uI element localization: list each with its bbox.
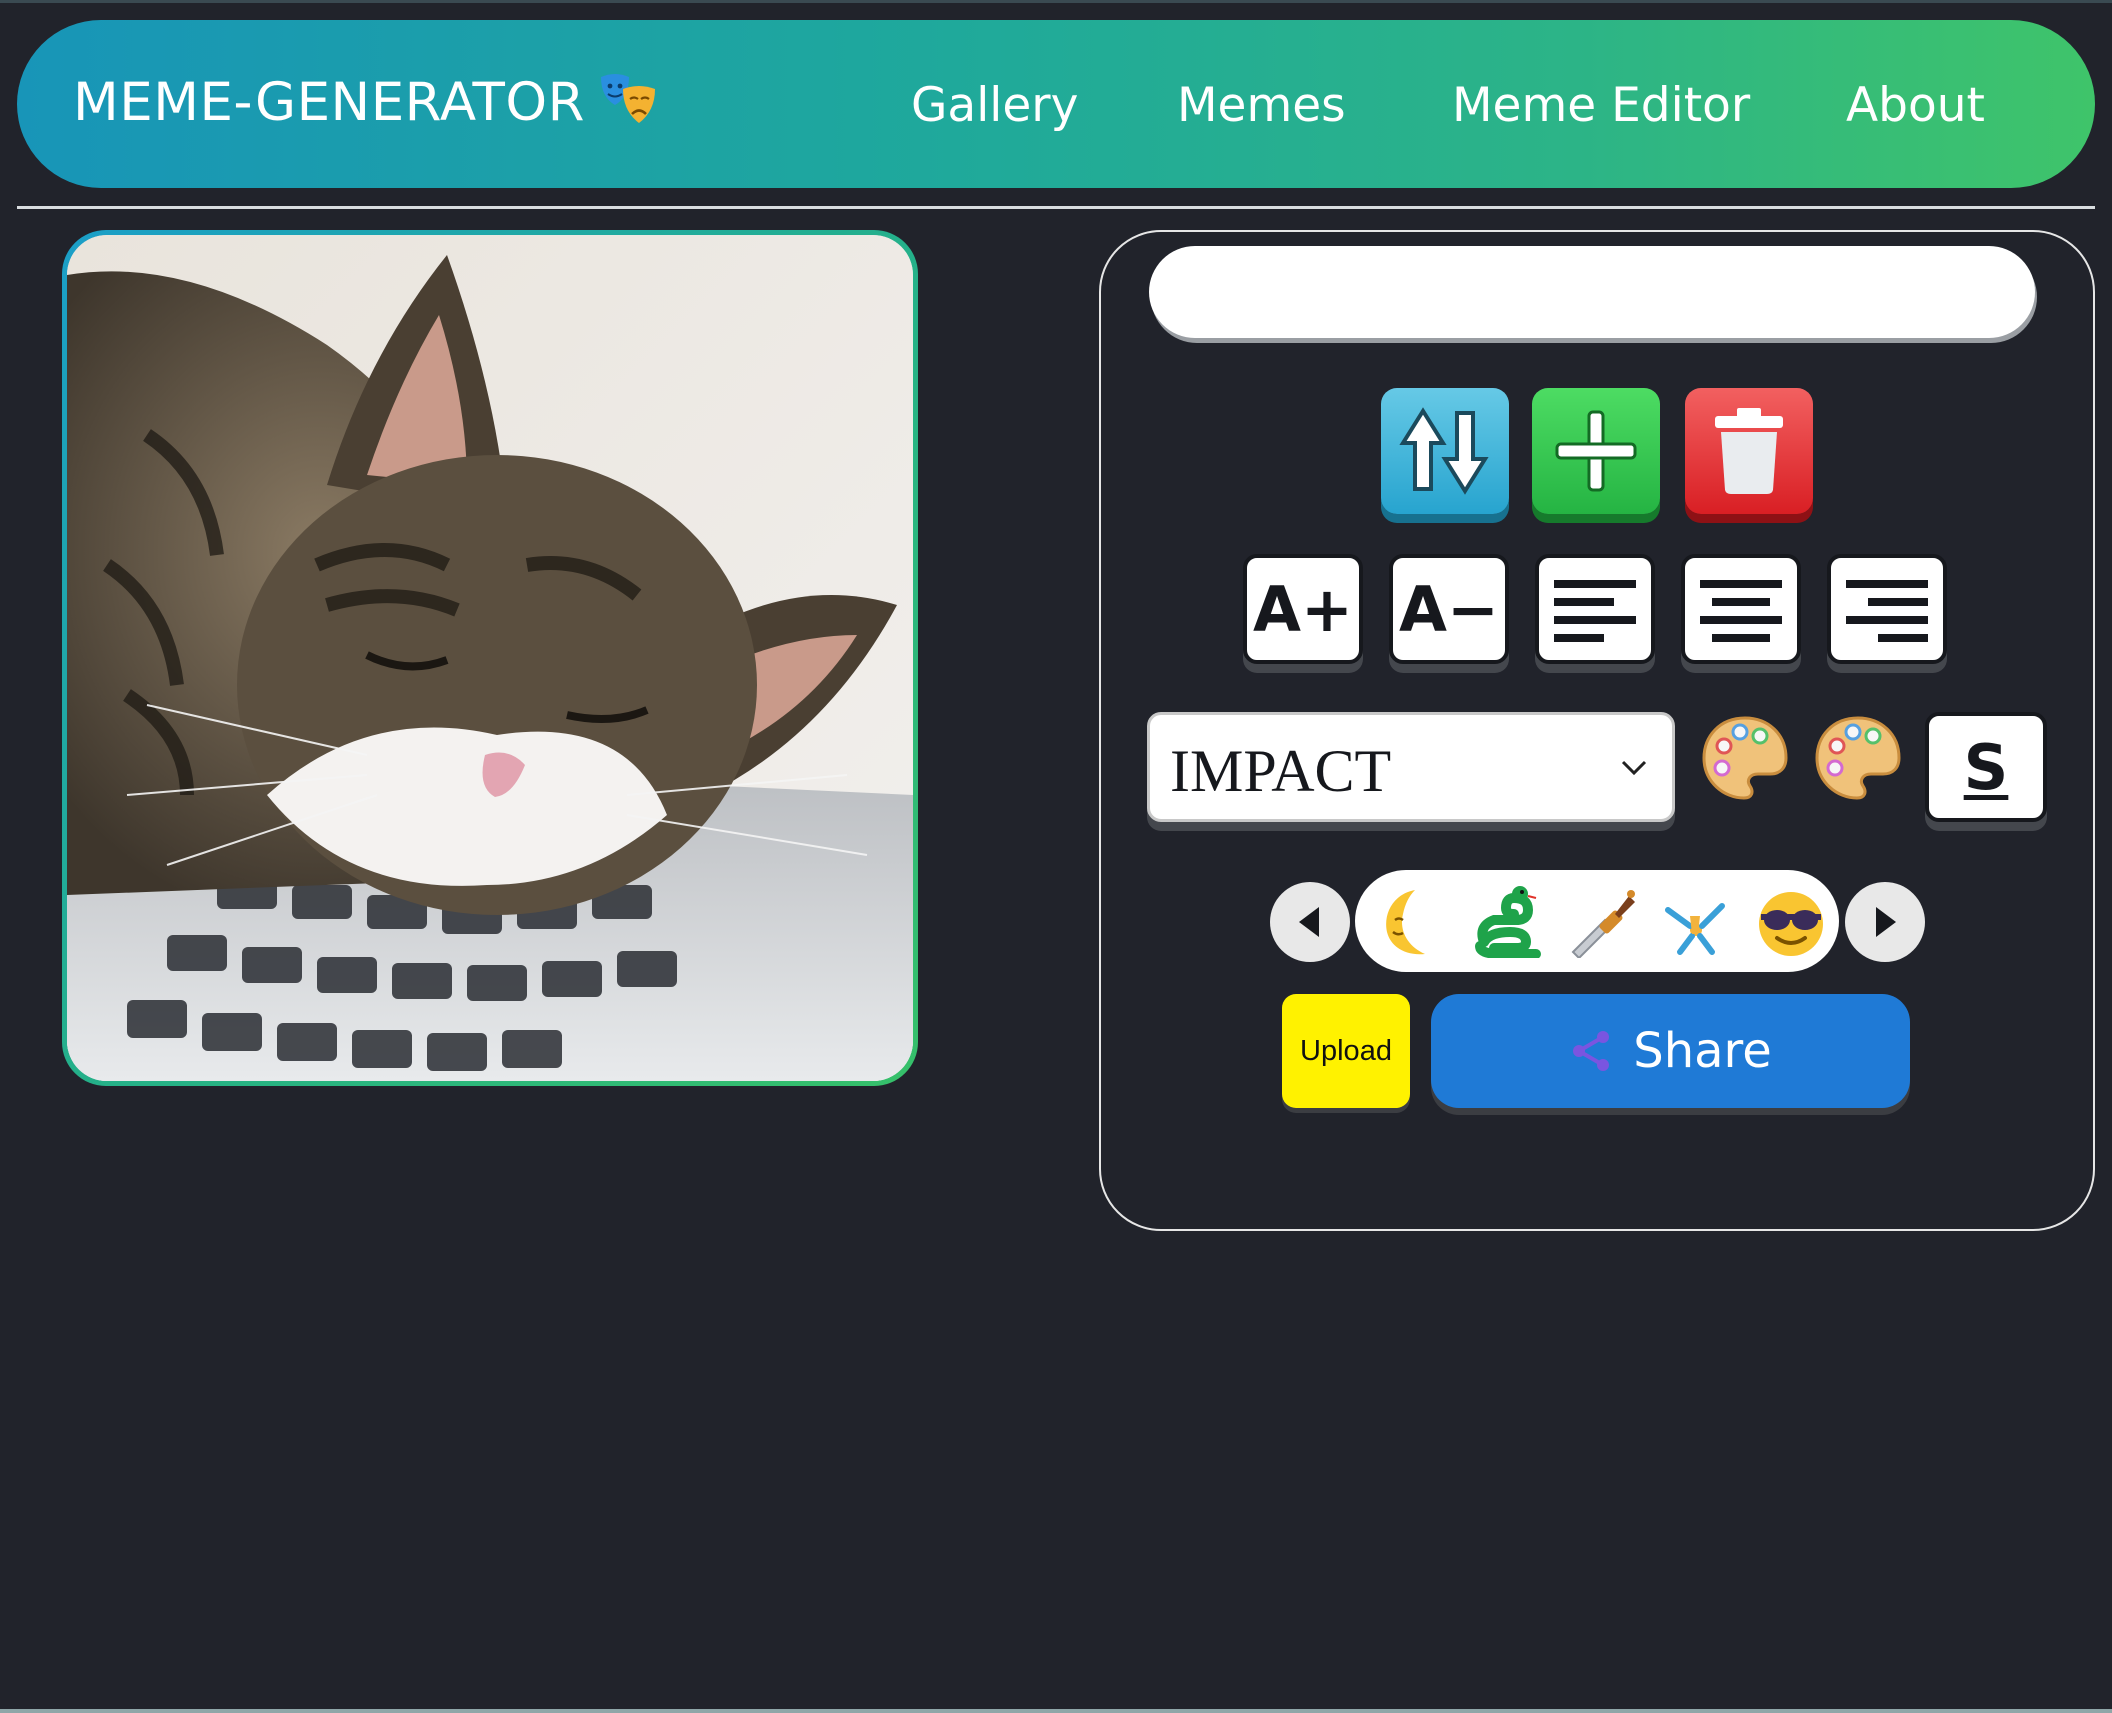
delete-line-button[interactable] bbox=[1685, 388, 1813, 514]
increase-font-button[interactable]: A+ bbox=[1243, 554, 1363, 664]
text-stroke-button[interactable]: S bbox=[1925, 712, 2047, 822]
font-family-select[interactable]: IMPACT bbox=[1147, 712, 1675, 822]
dagger-icon[interactable] bbox=[1565, 886, 1637, 958]
caret-right-icon bbox=[1876, 907, 1896, 937]
nav-about[interactable]: About bbox=[1846, 78, 1985, 133]
header-divider bbox=[17, 206, 2095, 209]
window-bottom-edge bbox=[0, 1709, 2112, 1713]
meme-canvas-frame bbox=[62, 230, 918, 1086]
nav-meme-editor[interactable]: Meme Editor bbox=[1452, 78, 1750, 133]
align-center-button[interactable] bbox=[1681, 554, 1801, 664]
chevron-down-icon bbox=[1621, 760, 1647, 776]
cartwheel-person-icon[interactable] bbox=[1660, 886, 1732, 958]
delete-line-icon bbox=[1715, 408, 1783, 494]
nav-gallery[interactable]: Gallery bbox=[911, 78, 1078, 133]
align-right-icon bbox=[1846, 580, 1928, 642]
meme-text-input[interactable] bbox=[1149, 246, 2035, 338]
meme-image-cat bbox=[67, 235, 913, 1081]
header-bar: MEME-GENERATOR Gallery Memes Meme Editor… bbox=[17, 20, 2095, 188]
upload-button[interactable]: Upload bbox=[1282, 994, 1410, 1108]
logo-text: MEME-GENERATOR bbox=[73, 72, 585, 133]
fill-color-palette-icon[interactable] bbox=[1700, 712, 1790, 802]
share-nodes-icon bbox=[1573, 1031, 1610, 1071]
switch-lines-button[interactable] bbox=[1381, 388, 1509, 514]
stroke-color-palette-icon[interactable] bbox=[1813, 712, 1903, 802]
decrease-font-label: A− bbox=[1399, 572, 1499, 646]
window-top-edge bbox=[0, 0, 2112, 3]
switch-lines-icon bbox=[1399, 407, 1489, 495]
nav-memes[interactable]: Memes bbox=[1177, 78, 1346, 133]
share-label: Share bbox=[1633, 1023, 1772, 1079]
performing-arts-masks-icon bbox=[600, 73, 655, 123]
logo[interactable]: MEME-GENERATOR bbox=[73, 72, 659, 133]
font-family-selected: IMPACT bbox=[1170, 738, 1392, 804]
decrease-font-button[interactable]: A− bbox=[1389, 554, 1509, 664]
text-stroke-label: S bbox=[1963, 730, 2009, 804]
snake-icon[interactable] bbox=[1470, 886, 1542, 958]
align-left-button[interactable] bbox=[1535, 554, 1655, 664]
stickers-prev-button[interactable] bbox=[1270, 882, 1350, 962]
caret-left-icon bbox=[1299, 907, 1319, 937]
stickers-next-button[interactable] bbox=[1845, 882, 1925, 962]
crescent-moon-face-icon[interactable] bbox=[1375, 886, 1447, 958]
meme-canvas[interactable] bbox=[67, 235, 913, 1081]
share-button[interactable]: Share bbox=[1431, 994, 1910, 1108]
add-line-icon bbox=[1555, 410, 1637, 492]
sticker-strip bbox=[1355, 870, 1839, 972]
increase-font-label: A+ bbox=[1253, 572, 1353, 646]
add-line-button[interactable] bbox=[1532, 388, 1660, 514]
align-center-icon bbox=[1700, 580, 1782, 642]
sunglasses-face-icon[interactable] bbox=[1755, 886, 1827, 958]
align-right-button[interactable] bbox=[1827, 554, 1947, 664]
align-left-icon bbox=[1554, 580, 1636, 642]
